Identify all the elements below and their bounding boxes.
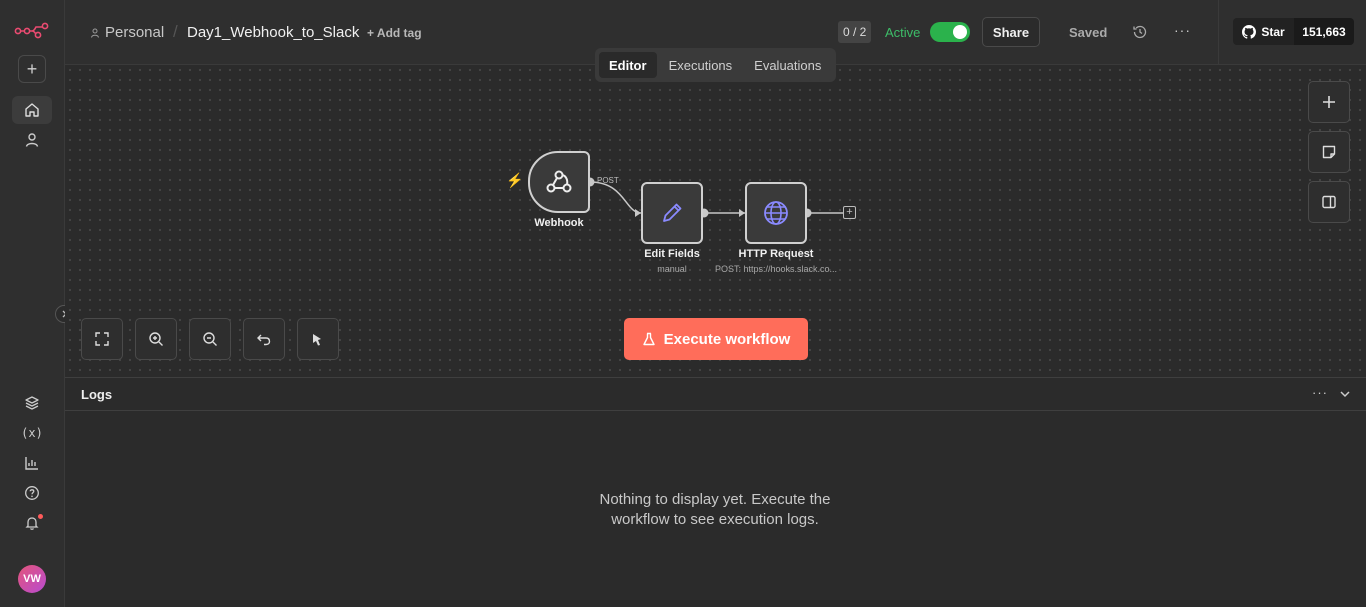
github-star-count[interactable]: 151,663 [1294,18,1354,45]
http-request-subtitle: POST: https://hooks.slack.co... [714,264,838,274]
create-button[interactable]: + [18,55,46,83]
logs-panel: Logs ··· Nothing to display yet. Execute… [65,377,1366,607]
sticky-note-icon[interactable] [1308,131,1350,173]
user-small-icon [91,28,99,38]
active-label: Active [885,25,921,40]
workflow-name[interactable]: Day1_Webhook_to_Slack [187,24,359,41]
execute-workflow-label: Execute workflow [663,330,791,348]
share-button[interactable]: Share [982,17,1040,47]
tidy-up-brush-icon[interactable] [297,318,339,360]
edit-fields-node[interactable] [641,182,703,244]
active-toggle[interactable] [930,22,970,42]
github-star-label: Star [1261,24,1285,39]
http-request-node[interactable] [745,182,807,244]
zoom-in-icon[interactable] [135,318,177,360]
n8n-logo-icon[interactable] [14,20,50,40]
user-icon[interactable] [18,126,46,154]
add-node-icon[interactable] [1308,81,1350,123]
fit-view-icon[interactable] [81,318,123,360]
undo-icon[interactable] [243,318,285,360]
breadcrumb-owner[interactable]: Personal [90,24,164,41]
add-tag-button[interactable]: + Add tag [367,26,422,40]
pencil-icon [663,203,682,222]
execute-workflow-button[interactable]: Execute workflow [624,318,808,360]
help-icon[interactable] [18,479,46,507]
saved-status: Saved [1069,25,1108,40]
github-star-button[interactable]: Star [1233,18,1294,45]
side-panel-icon[interactable] [1308,181,1350,223]
editor-tabs: Editor Executions Evaluations [595,48,836,82]
edit-fields-label: Edit Fields [644,248,700,260]
flask-icon [642,332,655,346]
tab-executions[interactable]: Executions [659,52,743,78]
add-node-after-button[interactable]: + [843,206,856,219]
notifications-bell-icon[interactable] [18,509,46,537]
webhook-icon [546,170,572,193]
webhook-node[interactable] [528,151,590,213]
avatar[interactable]: VW [18,565,46,593]
home-icon[interactable] [12,96,52,124]
notification-dot [38,514,43,519]
github-icon [1242,24,1257,39]
more-options-icon[interactable]: ··· [1174,22,1191,38]
globe-icon [764,201,788,225]
logs-empty-message: Nothing to display yet. Execute the work… [599,491,831,528]
workflow-canvas[interactable]: ⚡ POST Webhook Edit Fields manual HTTP R… [65,65,1366,377]
history-icon[interactable] [1132,24,1148,40]
http-request-label: HTTP Request [738,248,814,260]
tab-evaluations[interactable]: Evaluations [744,52,831,78]
logs-title: Logs [81,387,113,402]
zoom-out-icon[interactable] [189,318,231,360]
logs-header[interactable]: Logs ··· [65,378,1366,411]
templates-icon[interactable] [18,389,46,417]
breadcrumb-owner-label: Personal [105,24,165,41]
insights-icon[interactable] [18,449,46,477]
breadcrumb-separator: / [173,22,178,41]
tab-editor[interactable]: Editor [599,52,657,78]
github-star-area: Star 151,663 [1218,0,1366,65]
logs-more-icon[interactable]: ··· [1312,385,1328,400]
webhook-node-label: Webhook [534,217,584,229]
variables-icon[interactable]: (x) [18,419,46,447]
webhook-output-label: POST [597,176,619,185]
trigger-bolt-icon: ⚡ [506,172,524,188]
chevron-down-icon[interactable] [1338,387,1352,401]
sidebar: + (x) VW [0,0,73,607]
active-counter-badge: 0 / 2 [838,21,872,43]
